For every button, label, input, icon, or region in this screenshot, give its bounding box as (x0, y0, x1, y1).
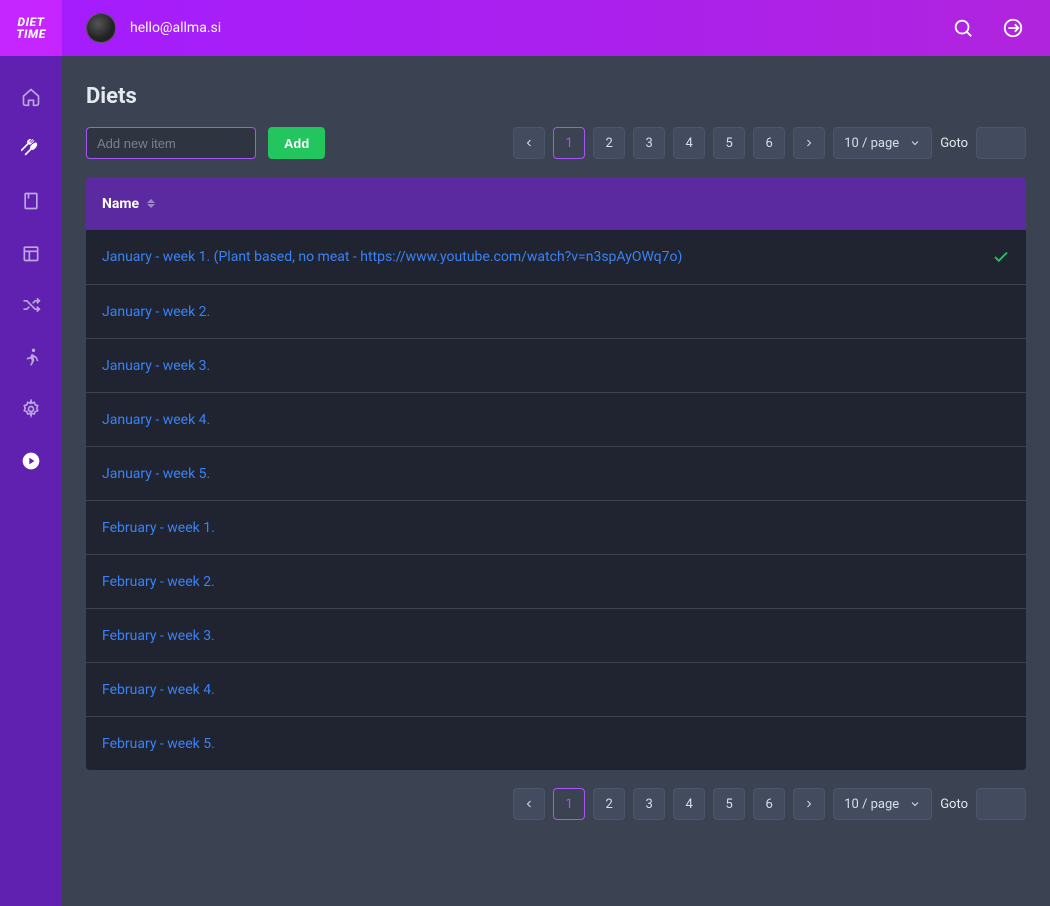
per-page-select[interactable]: 10 / page (833, 788, 932, 820)
pager-page-6[interactable]: 6 (753, 788, 785, 820)
diet-link[interactable]: January - week 3. (102, 358, 210, 374)
goto-input[interactable] (976, 788, 1026, 820)
table-row: January - week 5. (86, 446, 1026, 500)
pagination-bottom: 123456 10 / page Goto (513, 788, 1026, 820)
pager-page-5[interactable]: 5 (713, 127, 745, 159)
topbar-actions (952, 17, 1024, 39)
pager-page-6[interactable]: 6 (753, 127, 785, 159)
sidebar-book-icon[interactable] (20, 190, 42, 212)
pager-next[interactable] (793, 788, 825, 820)
topbar-user[interactable]: hello@allma.si (86, 13, 221, 43)
pager-prev[interactable] (513, 127, 545, 159)
goto-label: Goto (940, 136, 968, 151)
diet-link[interactable]: February - week 5. (102, 736, 215, 752)
diet-link[interactable]: February - week 1. (102, 520, 215, 536)
table-row: February - week 3. (86, 608, 1026, 662)
pager-prev[interactable] (513, 788, 545, 820)
table-row: January - week 1. (Plant based, no meat … (86, 230, 1026, 284)
table-body: January - week 1. (Plant based, no meat … (86, 230, 1026, 770)
pager-page-4[interactable]: 4 (673, 788, 705, 820)
sidebar-play-icon[interactable] (20, 450, 42, 472)
goto-label: Goto (940, 797, 968, 812)
sort-icon (147, 199, 155, 208)
table-row: February - week 1. (86, 500, 1026, 554)
diet-link[interactable]: February - week 3. (102, 628, 215, 644)
diets-table: Name January - week 1. (Plant based, no … (86, 177, 1026, 770)
sidebar-calendar-icon[interactable] (20, 242, 42, 264)
column-name-label: Name (102, 196, 139, 212)
per-page-label: 10 / page (844, 136, 899, 151)
pager-page-3[interactable]: 3 (633, 788, 665, 820)
search-icon[interactable] (952, 17, 974, 39)
table-header: Name (86, 177, 1026, 230)
check-icon (992, 248, 1010, 266)
diet-link[interactable]: January - week 5. (102, 466, 210, 482)
diet-link[interactable]: January - week 2. (102, 304, 210, 320)
topbar: DIET TIME hello@allma.si (0, 0, 1050, 56)
pager-page-2[interactable]: 2 (593, 127, 625, 159)
goto-input[interactable] (976, 127, 1026, 159)
table-row: February - week 4. (86, 662, 1026, 716)
sidebar-home-icon[interactable] (20, 86, 42, 108)
logo[interactable]: DIET TIME (0, 0, 62, 56)
table-row: January - week 4. (86, 392, 1026, 446)
sidebar-run-icon[interactable] (20, 346, 42, 368)
add-item-input[interactable] (86, 127, 256, 159)
sidebar (0, 56, 62, 906)
diet-link[interactable]: January - week 4. (102, 412, 210, 428)
avatar (86, 13, 116, 43)
toolbar: Add 123456 10 / page Goto (86, 127, 1026, 159)
table-row: February - week 2. (86, 554, 1026, 608)
table-row: January - week 3. (86, 338, 1026, 392)
pager-page-5[interactable]: 5 (713, 788, 745, 820)
column-name[interactable]: Name (102, 196, 155, 212)
pager-page-1[interactable]: 1 (553, 788, 585, 820)
add-button[interactable]: Add (268, 127, 325, 159)
pager-page-3[interactable]: 3 (633, 127, 665, 159)
page-title: Diets (86, 84, 1026, 109)
logo-line2: TIME (16, 28, 45, 40)
diet-link[interactable]: January - week 1. (Plant based, no meat … (102, 249, 682, 265)
sidebar-diets-icon[interactable] (20, 138, 42, 160)
pagination-top: 123456 10 / page Goto (513, 127, 1026, 159)
per-page-label: 10 / page (844, 797, 899, 812)
table-row: February - week 5. (86, 716, 1026, 770)
pager-next[interactable] (793, 127, 825, 159)
chevron-down-icon (909, 137, 921, 149)
main-content: Diets Add 12345610 / pageGoto Name Janua… (62, 56, 1050, 906)
sidebar-gear-icon[interactable] (20, 398, 42, 420)
pager-page-2[interactable]: 2 (593, 788, 625, 820)
logout-icon[interactable] (1002, 17, 1024, 39)
user-email: hello@allma.si (130, 20, 221, 36)
diet-link[interactable]: February - week 2. (102, 574, 215, 590)
pager-page-1[interactable]: 1 (553, 127, 585, 159)
table-row: January - week 2. (86, 284, 1026, 338)
diet-link[interactable]: February - week 4. (102, 682, 215, 698)
sidebar-shuffle-icon[interactable] (20, 294, 42, 316)
per-page-select[interactable]: 10 / page (833, 127, 932, 159)
pager-page-4[interactable]: 4 (673, 127, 705, 159)
chevron-down-icon (909, 798, 921, 810)
